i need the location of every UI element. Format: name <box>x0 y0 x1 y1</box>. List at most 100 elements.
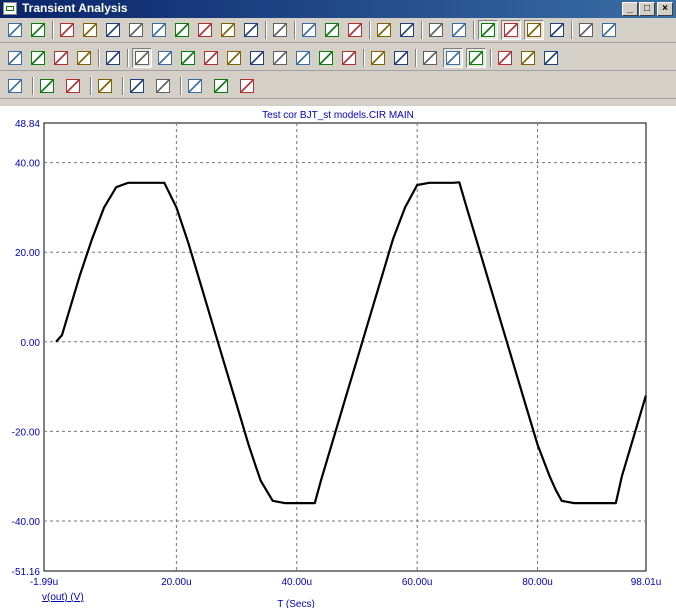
series-vout-line <box>55 181 647 505</box>
fx-icon <box>221 23 235 37</box>
peak-button[interactable] <box>178 48 198 68</box>
list-icon <box>394 51 408 65</box>
zoom-auto-button[interactable] <box>5 48 25 68</box>
align-left-button[interactable] <box>127 76 147 96</box>
layout4-button[interactable] <box>547 20 567 40</box>
font-icon <box>40 79 54 93</box>
select-arrow-icon <box>8 23 22 37</box>
grid-button[interactable] <box>5 76 25 96</box>
cursor2-button[interactable] <box>155 48 175 68</box>
layout5-button[interactable] <box>576 20 596 40</box>
layout4-icon <box>550 23 564 37</box>
slope-button[interactable] <box>293 48 313 68</box>
inflect-button[interactable] <box>270 48 290 68</box>
zoom-fit-button[interactable] <box>28 48 48 68</box>
layout6-icon <box>602 23 616 37</box>
tag4-button[interactable] <box>195 20 215 40</box>
maximize-button[interactable]: □ <box>639 2 655 16</box>
pause-button[interactable] <box>345 20 365 40</box>
prev-button[interactable] <box>95 76 115 96</box>
autoscale-button[interactable] <box>443 48 463 68</box>
align-bottom-icon <box>240 79 254 93</box>
zoom-in-icon <box>498 51 512 65</box>
props2-button[interactable] <box>103 48 123 68</box>
diff-button[interactable] <box>316 48 336 68</box>
next-button[interactable] <box>339 48 359 68</box>
align-bottom-button[interactable] <box>237 76 257 96</box>
plot-area[interactable]: Test cor BJT_st models.CIR MAIN 48.84 40.0… <box>0 106 676 608</box>
toolbar-separator <box>98 49 100 67</box>
cursor2-icon <box>158 51 172 65</box>
tag3-icon <box>175 23 189 37</box>
y-tick-label: -40.00 <box>12 517 41 528</box>
layout3-icon <box>527 23 541 37</box>
copy-button[interactable] <box>57 20 77 40</box>
stop-icon <box>325 23 339 37</box>
grid-icon <box>8 79 22 93</box>
valley-button[interactable] <box>201 48 221 68</box>
zoom-in-button[interactable] <box>495 48 515 68</box>
toolbar-row-3 <box>0 74 676 99</box>
font-button[interactable] <box>37 76 57 96</box>
x-tick-label: 40.00u <box>281 577 312 588</box>
layout3-button[interactable] <box>524 20 544 40</box>
clipboard-icon <box>371 51 385 65</box>
layout1-button[interactable] <box>478 20 498 40</box>
layout6-button[interactable] <box>599 20 619 40</box>
window-b-button[interactable] <box>449 20 469 40</box>
y-tick-label: 40.00 <box>15 159 40 170</box>
zoom-out-button[interactable] <box>518 48 538 68</box>
trace-label: v(out) (V) <box>42 592 84 603</box>
minimize-button[interactable]: _ <box>622 2 638 16</box>
fit-button[interactable] <box>466 48 486 68</box>
list-button[interactable] <box>391 48 411 68</box>
zoom-y-button[interactable] <box>74 48 94 68</box>
toolbar-separator <box>32 77 34 95</box>
align-right-button[interactable] <box>153 76 173 96</box>
tag2-button[interactable] <box>149 20 169 40</box>
layout5-icon <box>579 23 593 37</box>
clipboard-button[interactable] <box>368 48 388 68</box>
align-top-button[interactable] <box>211 76 231 96</box>
align-top-icon <box>214 79 228 93</box>
scale-button[interactable] <box>103 20 123 40</box>
run-icon <box>302 23 316 37</box>
zoom-auto-icon <box>8 51 22 65</box>
stop-button[interactable] <box>322 20 342 40</box>
x-tick-label: 80.00u <box>522 577 553 588</box>
hand-pan-button[interactable] <box>28 20 48 40</box>
toolbar-separator <box>52 21 54 39</box>
fx-button[interactable] <box>218 20 238 40</box>
x-tick-label: -1.99u <box>30 577 58 588</box>
window-a-button[interactable] <box>426 20 446 40</box>
title-bar: Transient Analysis _ □ × <box>0 0 676 18</box>
close-button[interactable]: × <box>657 2 673 16</box>
graph-a-button[interactable] <box>374 20 394 40</box>
transient-chart[interactable]: Test cor BJT_st models.CIR MAIN 48.84 40.0… <box>0 106 676 608</box>
autoscale-icon <box>446 51 460 65</box>
run-button[interactable] <box>299 20 319 40</box>
properties-button[interactable] <box>270 20 290 40</box>
y-tick-label: 0.00 <box>21 338 41 349</box>
number-button[interactable] <box>420 48 440 68</box>
high-button[interactable] <box>224 48 244 68</box>
tag-button[interactable] <box>126 20 146 40</box>
layout2-button[interactable] <box>501 20 521 40</box>
cursor1-button[interactable] <box>132 48 152 68</box>
zoom-x-button[interactable] <box>51 48 71 68</box>
toolbar-separator <box>265 21 267 39</box>
select-arrow-button[interactable] <box>5 20 25 40</box>
graph-b-icon <box>400 23 414 37</box>
text-button[interactable] <box>241 20 261 40</box>
valley-icon <box>204 51 218 65</box>
tag3-button[interactable] <box>172 20 192 40</box>
font-size-button[interactable] <box>63 76 83 96</box>
graph-b-button[interactable] <box>397 20 417 40</box>
image-button[interactable] <box>80 20 100 40</box>
copy-icon <box>60 23 74 37</box>
low-button[interactable] <box>247 48 267 68</box>
y-tick-label: 20.00 <box>15 248 40 259</box>
zoom-100-button[interactable] <box>541 48 561 68</box>
align-center-button[interactable] <box>185 76 205 96</box>
y-tick-label: -20.00 <box>12 427 41 438</box>
